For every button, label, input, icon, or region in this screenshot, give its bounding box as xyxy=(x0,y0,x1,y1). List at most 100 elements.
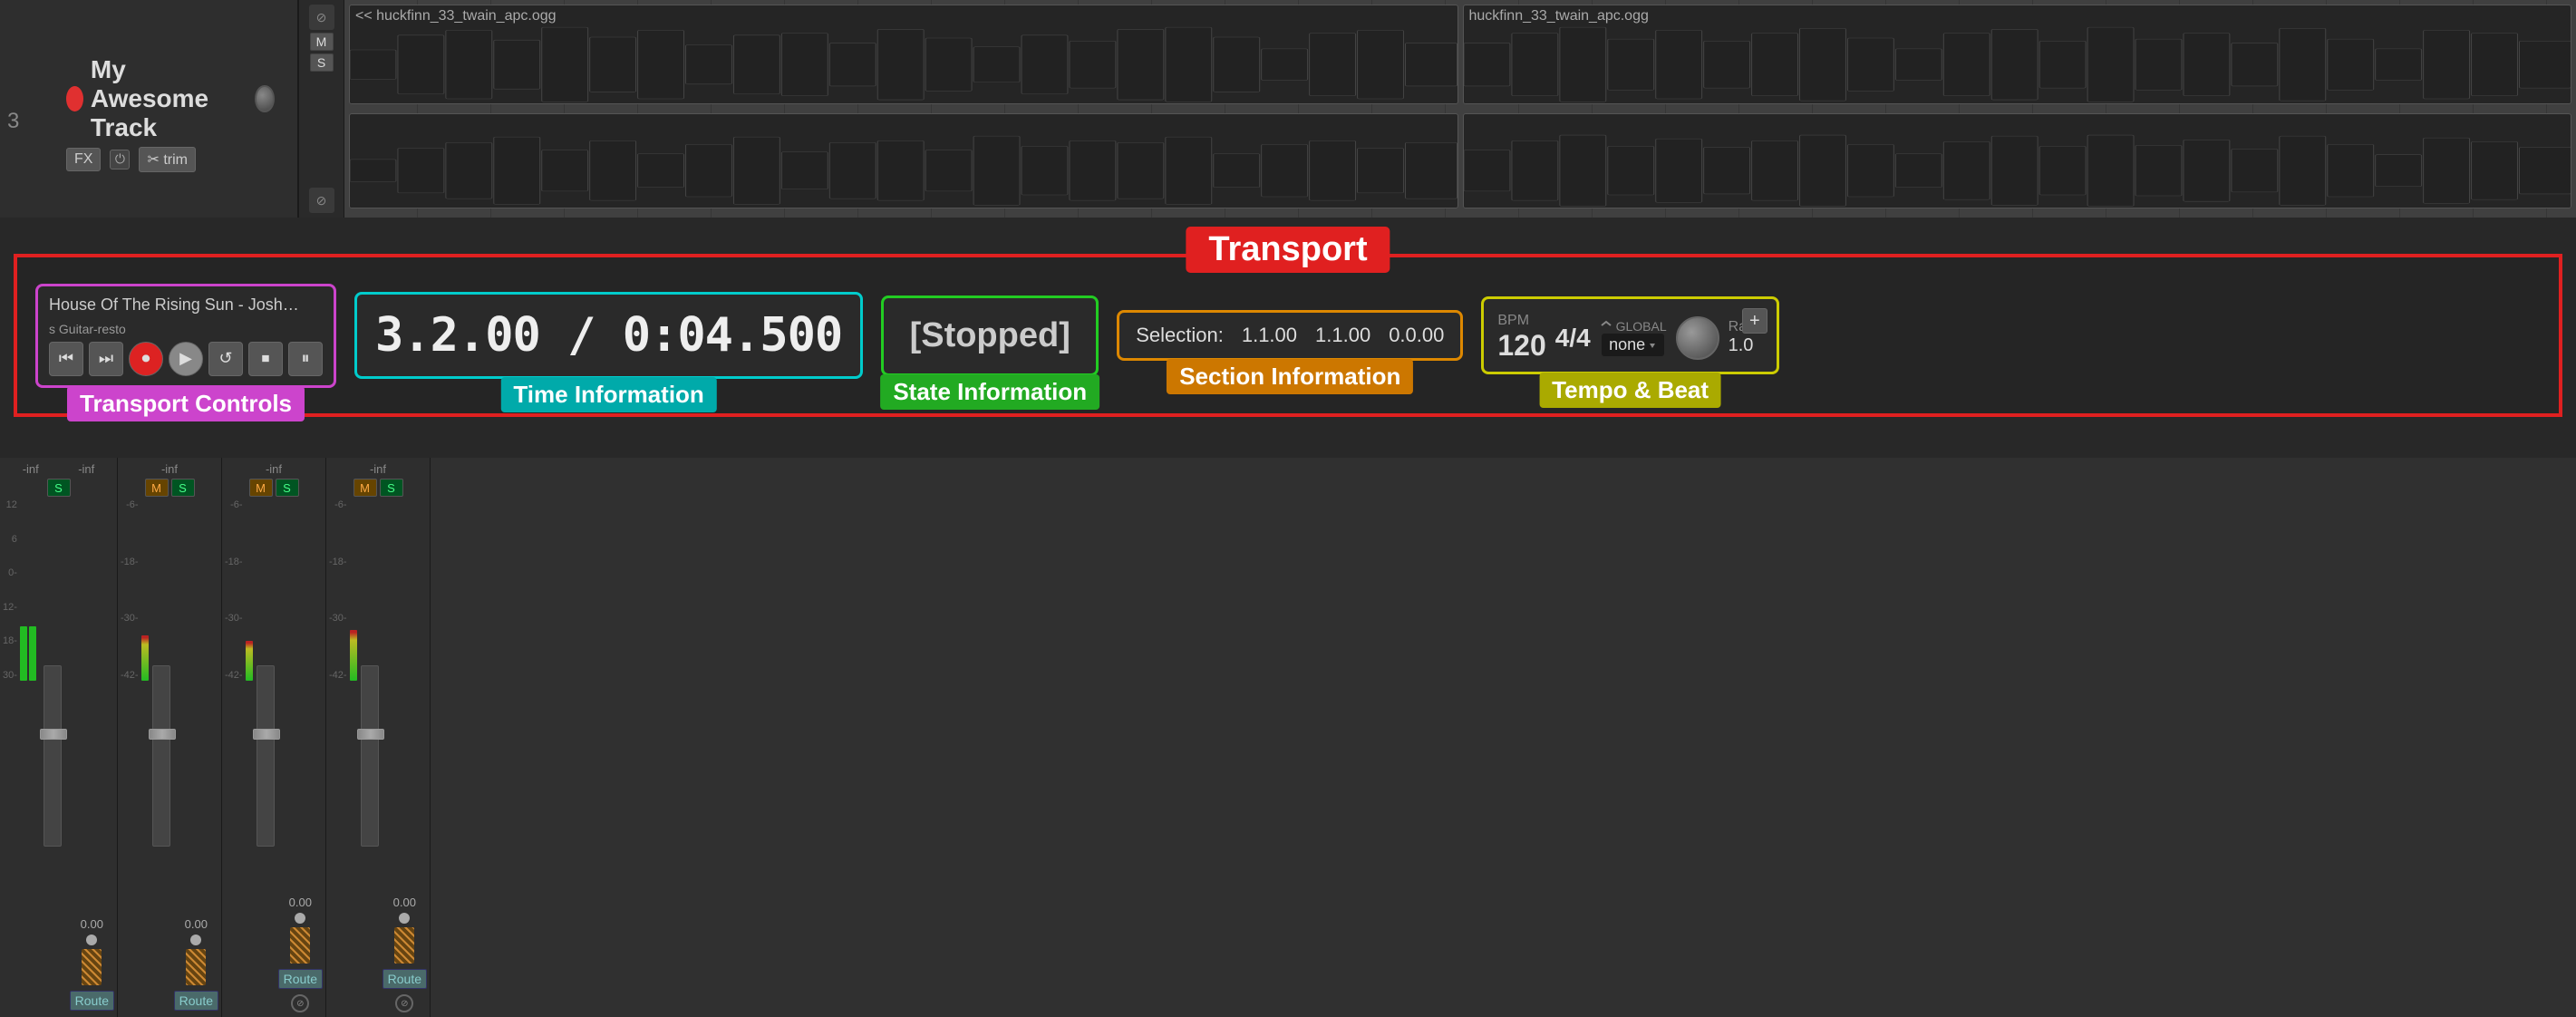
track-name-label: My Awesome Track xyxy=(91,55,248,142)
mute2-circle-icon[interactable]: ⊘ xyxy=(309,188,334,213)
dropdown-icon xyxy=(1648,341,1657,350)
ch2-fader-thumb xyxy=(149,729,176,740)
rewind-button[interactable]: ⏮ xyxy=(49,342,83,376)
ch4-mute-button[interactable]: M xyxy=(353,479,377,497)
ch2-mute-button[interactable]: M xyxy=(145,479,169,497)
mixer-channel-1: -inf -inf S 12 6 0- 12- 18- 30- xyxy=(0,458,118,1017)
bpm-label: BPM xyxy=(1497,313,1545,329)
page-wrapper: 3 My Awesome Track FX ⏻ ✂ trim xyxy=(0,0,2576,1017)
record-button[interactable] xyxy=(66,86,83,111)
stop-button[interactable]: ⏹ xyxy=(248,342,283,376)
ch1-diag xyxy=(82,949,102,985)
ch3-mute-button[interactable]: M xyxy=(249,479,273,497)
ch3-diag xyxy=(290,927,310,964)
clip-3[interactable] xyxy=(349,113,1458,208)
ch4-solo-button[interactable]: S xyxy=(380,479,403,497)
daw-clips-area: << huckfinn_33_twain_apc.ogg xyxy=(344,0,2576,218)
clip-1-title: << huckfinn_33_twain_apc.ogg xyxy=(355,8,557,24)
record-button[interactable]: ⏺ xyxy=(129,342,163,376)
fx-button[interactable]: FX xyxy=(66,148,101,171)
volume-knob[interactable] xyxy=(255,85,275,112)
ch3-route-button[interactable]: Route xyxy=(278,969,323,989)
ch1-solo-button[interactable]: S xyxy=(47,479,71,497)
time-sig-display: 4/4 xyxy=(1555,324,1591,353)
ch4-pan[interactable] xyxy=(399,913,410,924)
ch1-pan[interactable] xyxy=(86,935,97,945)
tempo-knob[interactable] xyxy=(1676,316,1719,360)
tempo-content: BPM 120 4/4 GLOBAL xyxy=(1497,313,1763,363)
transport-bar: Transport Transport Controls House Of Th… xyxy=(14,254,2562,417)
clip-1[interactable]: << huckfinn_33_twain_apc.ogg xyxy=(349,5,1458,104)
section-info-panel: Section Information Selection: 1.1.00 1.… xyxy=(1117,310,1463,361)
mixer-channel-2: -inf M S -6- -18- -30- -42- xyxy=(118,458,222,1017)
ch4-route-button[interactable]: Route xyxy=(383,969,427,989)
ch2-db3: -30- xyxy=(121,613,139,624)
clip-4[interactable] xyxy=(1463,113,2572,208)
pause-button[interactable]: ⏸ xyxy=(288,342,323,376)
mixer-section: -inf -inf S 12 6 0- 12- 18- 30- xyxy=(0,458,2576,1017)
waveform-1 xyxy=(350,25,1457,103)
state-text: [Stopped] xyxy=(910,316,1070,355)
ch1-fader[interactable] xyxy=(44,665,62,847)
ch1-inf-top: -inf xyxy=(23,462,39,476)
section-val-1: 1.1.00 xyxy=(1242,324,1297,347)
section-val-2: 1.1.00 xyxy=(1315,324,1370,347)
ch4-db2: -18- xyxy=(329,557,347,567)
ch2-pan[interactable] xyxy=(190,935,201,945)
ch4-inf-top: -inf xyxy=(370,462,386,476)
transport-controls-label: Transport Controls xyxy=(67,386,305,421)
ch4-diag xyxy=(394,927,414,964)
ch2-db2: -18- xyxy=(121,557,139,567)
ch3-fader[interactable] xyxy=(257,665,275,847)
time-info-label: Time Information xyxy=(500,377,716,412)
ch3-db2: -18- xyxy=(225,557,243,567)
fast-forward-button[interactable]: ⏭ xyxy=(89,342,123,376)
ch4-db3: -30- xyxy=(329,613,347,624)
mute-button[interactable]: M xyxy=(310,33,334,51)
ch1-fader-thumb xyxy=(40,729,67,740)
ch2-route-button[interactable]: Route xyxy=(174,991,218,1011)
ch3-pan[interactable] xyxy=(295,913,305,924)
power-button[interactable]: ⏻ xyxy=(110,150,130,170)
section-row: Selection: 1.1.00 1.1.00 0.0.00 xyxy=(1136,324,1444,347)
ch4-db1: -6- xyxy=(329,499,347,510)
section-val-3: 0.0.00 xyxy=(1389,324,1444,347)
ch3-solo-button[interactable]: S xyxy=(276,479,299,497)
ch4-fader[interactable] xyxy=(361,665,379,847)
tempo-panel: Tempo & Beat + BPM 120 4/4 xyxy=(1481,296,1779,374)
ch1-inf-top2: -inf xyxy=(78,462,94,476)
trim-button[interactable]: ✂ trim xyxy=(139,147,196,172)
waveform-2 xyxy=(1464,25,2571,103)
track-name-row: My Awesome Track xyxy=(34,46,288,147)
solo-button[interactable]: S xyxy=(310,53,334,72)
section-info-label: Section Information xyxy=(1167,359,1413,394)
global-area: GLOBAL none xyxy=(1600,319,1667,356)
loop-button[interactable]: ↺ xyxy=(208,342,243,376)
ch4-zero-circle: ⊘ xyxy=(395,994,413,1012)
waveform-3 xyxy=(350,133,1457,208)
mute-circle-icon[interactable]: ⊘ xyxy=(309,5,334,30)
arrow-icon xyxy=(1600,320,1612,331)
clip-2[interactable]: huckfinn_33_twain_apc.ogg xyxy=(1463,5,2572,104)
ch2-fader[interactable] xyxy=(152,665,170,847)
ch1-vol: 0.00 xyxy=(81,917,103,931)
tempo-label: Tempo & Beat xyxy=(1539,373,1721,408)
ch2-inf-top: -inf xyxy=(161,462,178,476)
ch3-db4: -42- xyxy=(225,670,243,681)
time-info-panel: Time Information 3.2.00 / 0:04.500 xyxy=(354,292,863,379)
daw-sidebar-strip: ⊘ M S ⊘ xyxy=(299,0,344,218)
ch4-fader-thumb xyxy=(357,729,384,740)
clip-2-title: huckfinn_33_twain_apc.ogg xyxy=(1469,8,1649,24)
trim-icon: ✂ xyxy=(147,152,159,168)
global-label: GLOBAL xyxy=(1600,319,1667,334)
ch3-db1: -6- xyxy=(225,499,243,510)
ch2-vol: 0.00 xyxy=(185,917,208,931)
ch1-route-button[interactable]: Route xyxy=(70,991,114,1011)
db-18n: 18- xyxy=(3,635,17,646)
plus-button[interactable]: + xyxy=(1742,308,1767,334)
waveform-4 xyxy=(1464,133,2571,208)
rate-val: 1.0 xyxy=(1729,335,1763,356)
play-button[interactable]: ▶ xyxy=(169,342,203,376)
ch2-solo-button[interactable]: S xyxy=(171,479,195,497)
track-controls-row: FX ⏻ ✂ trim xyxy=(34,147,288,172)
